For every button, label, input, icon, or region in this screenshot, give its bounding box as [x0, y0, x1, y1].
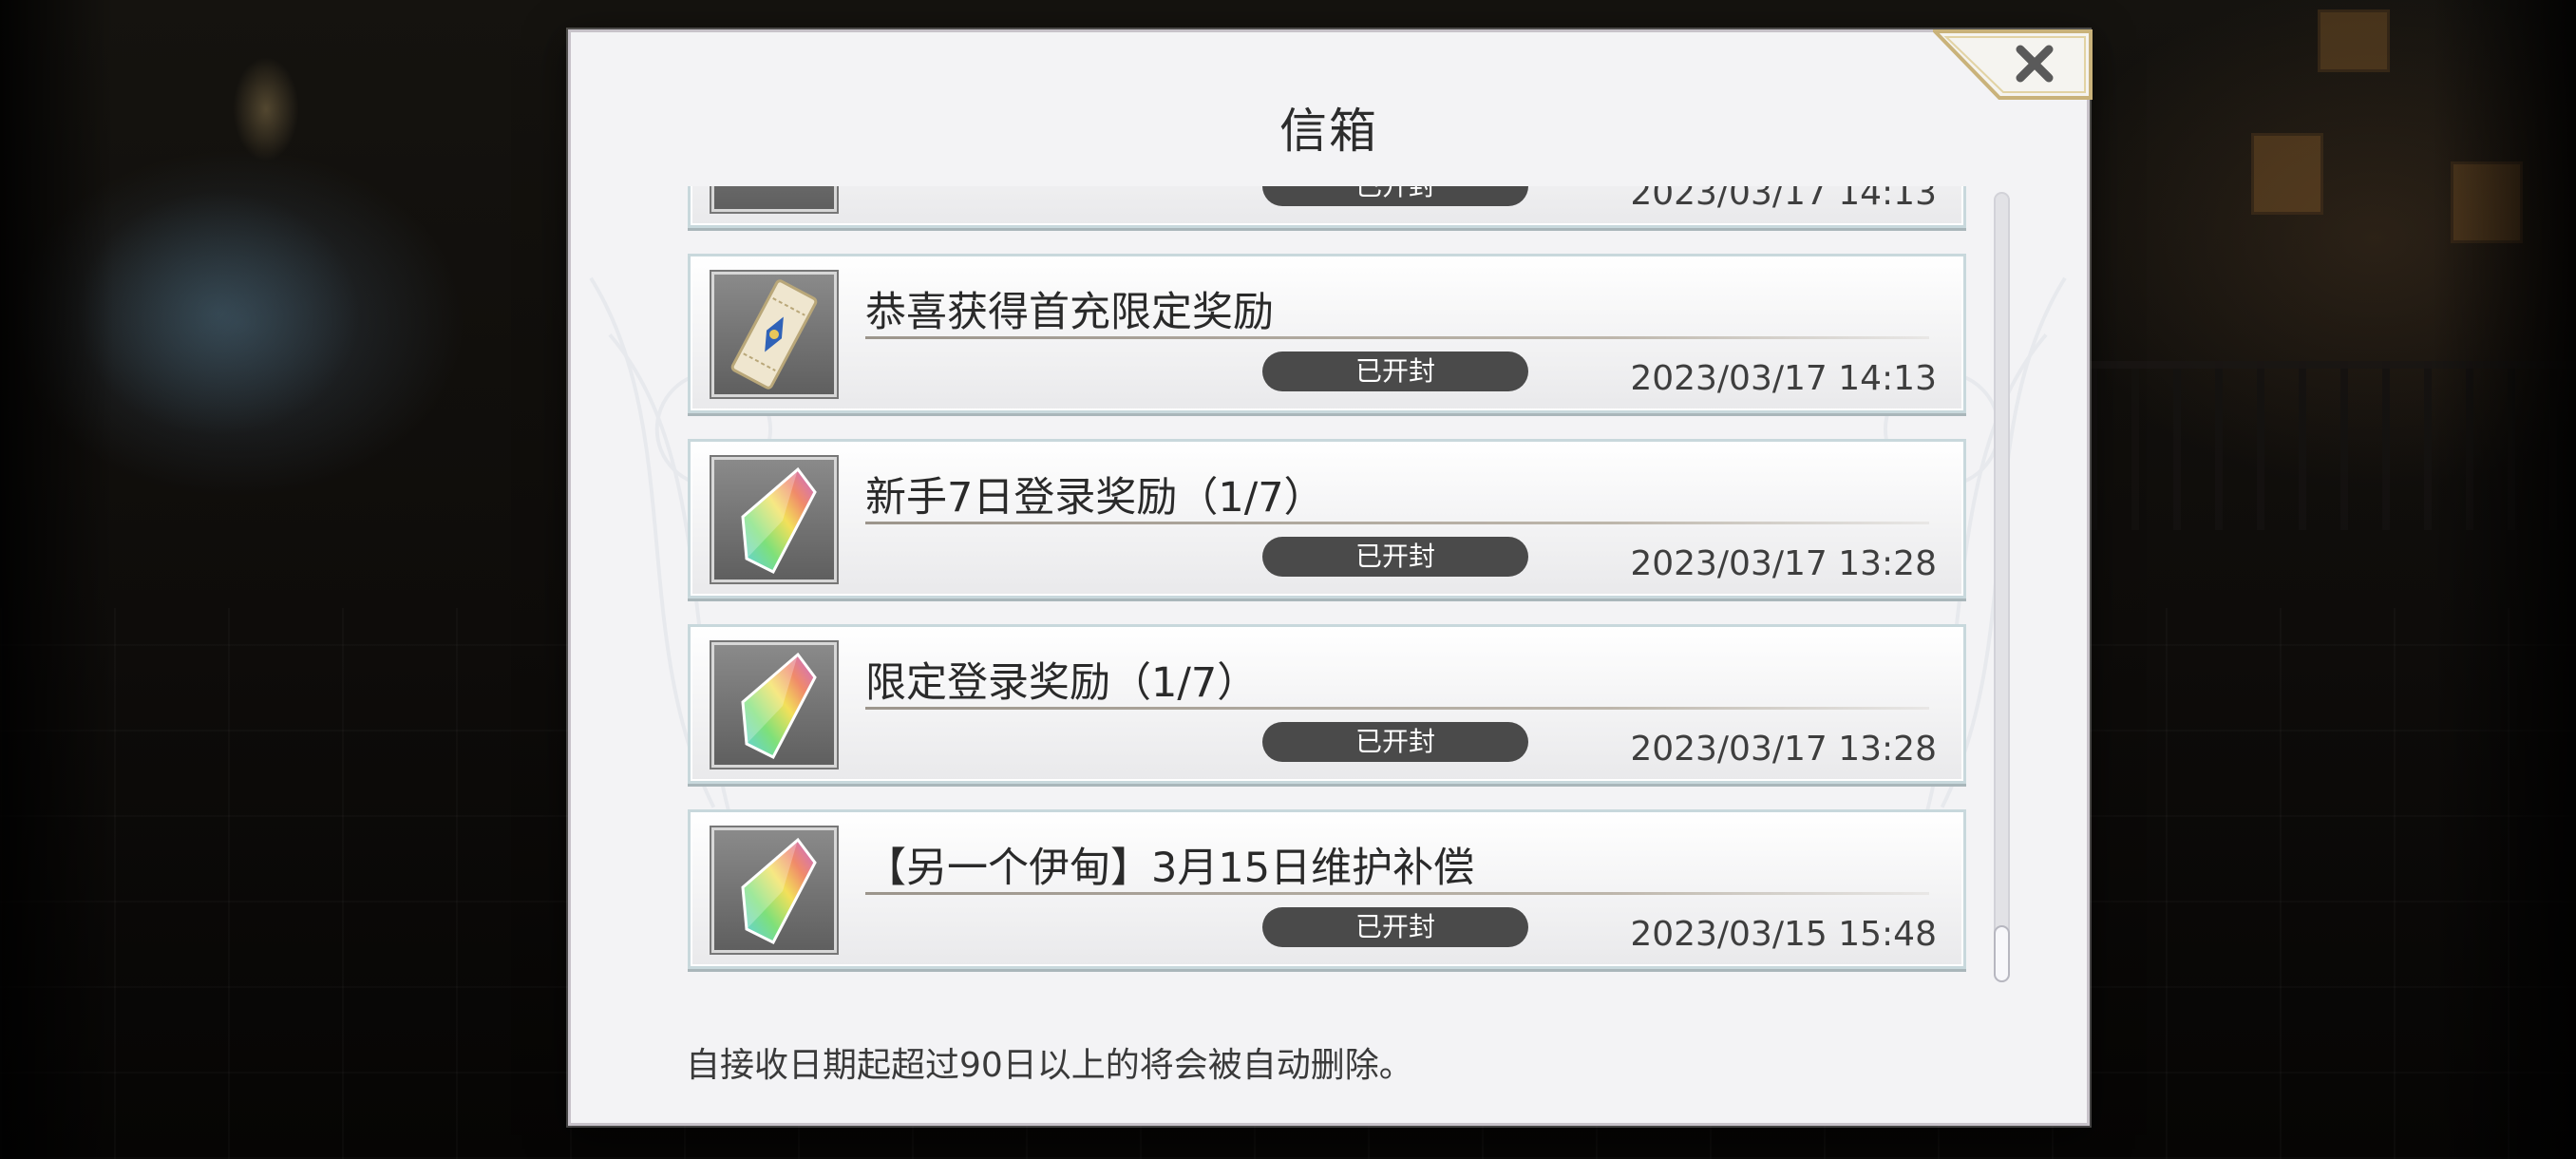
auto-delete-notice: 自接收日期起超过90日以上的将会被自动删除。 — [686, 1046, 1413, 1085]
mail-title: 【另一个伊甸】3月15日维护补偿 — [865, 845, 1475, 892]
mail-item[interactable]: 【另一个伊甸】3月15日维护补偿 已开封 2023/03/15 15:48 — [688, 809, 1966, 969]
close-button[interactable] — [1933, 28, 2093, 101]
status-badge: 已开封 — [1262, 352, 1528, 391]
rainbow-crystal-icon — [711, 457, 837, 582]
mail-date: 2023/03/17 14:13 — [1630, 359, 1937, 398]
mail-item[interactable]: 已开封 2023/03/17 14:13 — [688, 186, 1966, 228]
mail-divider — [865, 336, 1929, 339]
scrollbar[interactable] — [1994, 192, 2010, 982]
mail-divider — [865, 707, 1929, 710]
ticket-icon — [711, 272, 837, 397]
mail-list[interactable]: 已开封 2023/03/17 14:13 恭喜获得首充限定奖励 已开封 2023… — [684, 186, 1972, 980]
mail-date: 2023/03/17 13:28 — [1630, 544, 1937, 583]
mail-title: 恭喜获得首充限定奖励 — [865, 289, 1274, 336]
mail-divider — [865, 892, 1929, 895]
status-badge: 已开封 — [1262, 907, 1528, 947]
mail-item[interactable]: 新手7日登录奖励（1/7） 已开封 2023/03/17 13:28 — [688, 439, 1966, 598]
dialog-title: 信箱 — [1279, 104, 1378, 159]
scrollbar-thumb[interactable] — [1994, 925, 2010, 982]
rainbow-crystal-icon — [711, 642, 837, 768]
status-badge: 已开封 — [1262, 722, 1528, 762]
status-badge: 已开封 — [1262, 537, 1528, 577]
rainbow-crystal-icon — [711, 827, 837, 953]
mail-divider — [865, 522, 1929, 524]
mail-title: 限定登录奖励（1/7） — [865, 659, 1259, 707]
mail-date: 2023/03/17 14:13 — [1630, 186, 1937, 213]
mail-date: 2023/03/17 13:28 — [1630, 730, 1937, 769]
mail-date: 2023/03/15 15:48 — [1630, 915, 1937, 954]
emblem-icon — [711, 186, 837, 212]
mail-item[interactable]: 恭喜获得首充限定奖励 已开封 2023/03/17 14:13 — [688, 254, 1966, 413]
mail-title: 新手7日登录奖励（1/7） — [865, 474, 1325, 522]
mail-item[interactable]: 限定登录奖励（1/7） 已开封 2023/03/17 13:28 — [688, 624, 1966, 784]
status-badge: 已开封 — [1262, 186, 1528, 206]
close-icon — [1933, 29, 2093, 100]
